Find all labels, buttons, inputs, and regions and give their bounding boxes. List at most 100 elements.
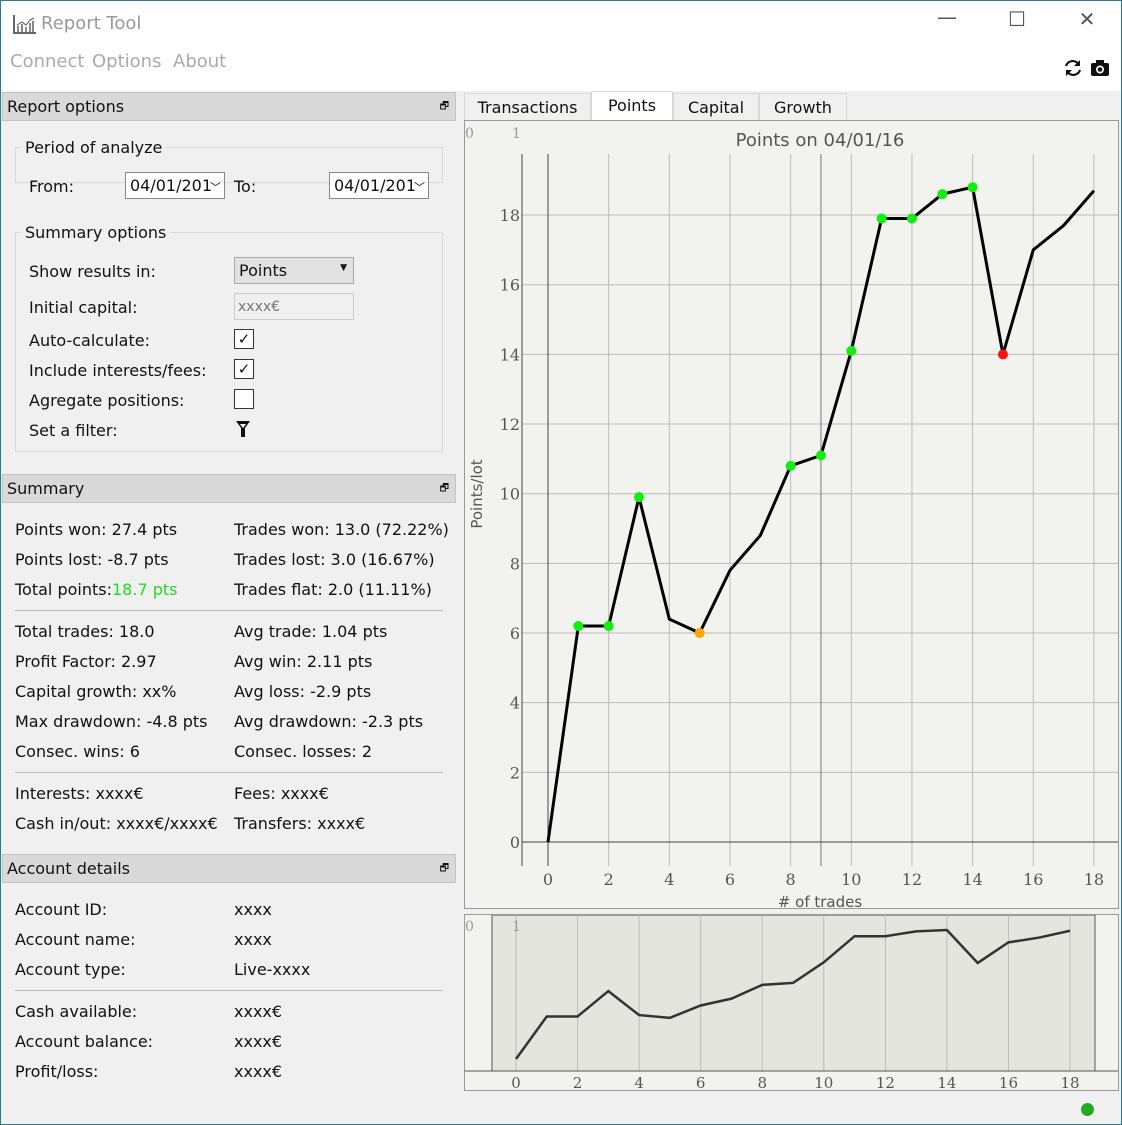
period-title: Period of analyze bbox=[21, 138, 167, 157]
summary-stat-right: Trades won: 13.0 (72.22%) bbox=[234, 520, 449, 539]
x-tick-label: 6 bbox=[696, 1074, 706, 1090]
summary-stat-left: Max drawdown: -4.8 pts bbox=[15, 712, 208, 731]
account-field: Account name: bbox=[15, 930, 136, 949]
tab-points[interactable]: Points bbox=[591, 91, 673, 120]
data-point-green bbox=[603, 621, 614, 632]
y-tick-label: 12 bbox=[500, 415, 520, 434]
auto-calc-checkbox[interactable]: ✓ bbox=[234, 329, 254, 349]
y-axis-label: Points/lot bbox=[468, 459, 486, 528]
tab-capital[interactable]: Capital bbox=[673, 93, 759, 120]
show-results-select[interactable]: Points ▼ bbox=[234, 257, 354, 284]
points-chart[interactable]: 0 1 Points on 04/01/16 0 2 4 6 8 10 12 14 16 18 0 2 4 6 8… bbox=[465, 121, 1118, 911]
total-points-value: 18.7 pts bbox=[112, 580, 178, 599]
from-label: From: bbox=[29, 177, 75, 196]
x-tick-label: 8 bbox=[786, 870, 796, 889]
summary-stat-right: Avg drawdown: -2.3 pts bbox=[234, 712, 424, 731]
report-options-title: Report options bbox=[7, 97, 125, 116]
account-field: xxxx bbox=[234, 930, 272, 949]
account-field: xxxx€ bbox=[234, 1002, 283, 1021]
account-field: xxxx bbox=[234, 900, 272, 919]
initial-capital-label: Initial capital: bbox=[29, 298, 138, 317]
x-tick-label: 12 bbox=[876, 1074, 895, 1090]
corner-label: 1 bbox=[512, 126, 521, 142]
account-field: xxxx€ bbox=[234, 1062, 283, 1081]
x-tick-label: 0 bbox=[543, 870, 553, 889]
divider bbox=[15, 990, 443, 991]
summary-stat-right: Avg trade: 1.04 pts bbox=[234, 622, 388, 641]
summary-stat-left: Points lost: -8.7 pts bbox=[15, 550, 169, 569]
menu-options[interactable]: Options bbox=[92, 51, 161, 72]
summary-stat-left: Points won: 27.4 pts bbox=[15, 520, 178, 539]
window-title: Report Tool bbox=[41, 13, 142, 34]
camera-icon[interactable] bbox=[1090, 59, 1110, 77]
data-point-green bbox=[573, 621, 584, 632]
account-field: Account balance: bbox=[15, 1032, 154, 1051]
close-button[interactable]: ✕ bbox=[1067, 7, 1107, 31]
include-fees-label: Include interests/fees: bbox=[29, 361, 207, 380]
initial-capital-input[interactable] bbox=[234, 293, 354, 320]
summary-stat-right: Consec. losses: 2 bbox=[234, 742, 372, 761]
menu-connect[interactable]: Connect bbox=[10, 51, 84, 72]
summary-stat-left: Interests: xxxx€ bbox=[15, 784, 144, 803]
menu-about[interactable]: About bbox=[173, 51, 226, 72]
chart-title: Points on 04/01/16 bbox=[736, 130, 905, 151]
account-field: Account type: bbox=[15, 960, 126, 979]
connection-status-indicator bbox=[1081, 1103, 1094, 1116]
x-tick-label: 16 bbox=[999, 1074, 1018, 1090]
filter-label: Set a filter: bbox=[29, 421, 118, 440]
y-tick-label: 10 bbox=[500, 485, 520, 504]
x-tick-label: 4 bbox=[634, 1074, 644, 1090]
y-tick-label: 2 bbox=[510, 763, 520, 782]
to-date-value: 04/01/201 bbox=[334, 176, 417, 195]
tab-growth[interactable]: Growth bbox=[759, 93, 847, 120]
summary-stat-right: Fees: xxxx€ bbox=[234, 784, 329, 803]
float-icon[interactable]: 🗗 bbox=[440, 99, 449, 116]
x-tick-label: 18 bbox=[1084, 870, 1104, 889]
corner-label: 0 bbox=[465, 919, 474, 935]
aggregate-checkbox[interactable] bbox=[234, 389, 254, 409]
overview-chart[interactable]: 0 2 4 6 8 10 12 14 16 18 0 1 bbox=[465, 914, 1118, 1092]
float-icon[interactable]: 🗗 bbox=[440, 481, 449, 498]
overview-plot-area bbox=[491, 914, 1096, 1072]
filter-icon[interactable] bbox=[235, 420, 251, 438]
account-field: xxxx€ bbox=[234, 1032, 283, 1051]
data-point-green bbox=[906, 213, 917, 224]
x-tick-label: 14 bbox=[937, 1074, 956, 1090]
refresh-icon[interactable] bbox=[1063, 58, 1083, 78]
summary-stat-left: Capital growth: xx% bbox=[15, 682, 177, 701]
x-tick-label: 6 bbox=[725, 870, 735, 889]
from-date-input[interactable]: 04/01/201 ﹀ bbox=[125, 172, 225, 199]
to-label: To: bbox=[234, 177, 257, 196]
summary-stat-left: Cash in/out: xxxx€/xxxx€ bbox=[15, 814, 218, 833]
y-tick-label: 4 bbox=[510, 694, 520, 713]
account-header: Account details 🗗 bbox=[2, 854, 456, 883]
x-tick-label: 16 bbox=[1023, 870, 1043, 889]
y-tick-label: 18 bbox=[500, 206, 520, 225]
account-field: Account ID: bbox=[15, 900, 108, 919]
maximize-button[interactable]: ☐ bbox=[997, 7, 1037, 31]
minimize-button[interactable]: — bbox=[927, 5, 967, 29]
x-axis-label: # of trades bbox=[778, 893, 863, 908]
account-field: Profit/loss: bbox=[15, 1062, 99, 1081]
summary-stat-right: Trades lost: 3.0 (16.67%) bbox=[234, 550, 435, 569]
corner-label: 0 bbox=[465, 126, 474, 142]
tab-transactions[interactable]: Transactions bbox=[464, 93, 591, 120]
summary-stat-right: Trades flat: 2.0 (11.11%) bbox=[234, 580, 432, 599]
summary-stat-right: Transfers: xxxx€ bbox=[234, 814, 366, 833]
data-point-green bbox=[815, 450, 826, 461]
summary-stat-left: Total points: bbox=[15, 580, 112, 599]
include-fees-checkbox[interactable]: ✓ bbox=[234, 359, 254, 379]
aggregate-label: Agregate positions: bbox=[29, 391, 185, 410]
to-date-input[interactable]: 04/01/201 ﹀ bbox=[329, 172, 429, 199]
data-point-red bbox=[997, 349, 1008, 360]
x-tick-label: 10 bbox=[841, 870, 861, 889]
overview-chart-frame: 0 2 4 6 8 10 12 14 16 18 0 1 bbox=[464, 914, 1119, 1092]
float-icon[interactable]: 🗗 bbox=[440, 861, 449, 878]
data-point-green bbox=[967, 182, 978, 193]
x-tick-label: 2 bbox=[604, 870, 614, 889]
data-point-orange bbox=[694, 628, 705, 639]
report-options-header: Report options 🗗 bbox=[2, 92, 456, 121]
auto-calc-label: Auto-calculate: bbox=[29, 331, 150, 350]
show-results-label: Show results in: bbox=[29, 262, 156, 281]
x-tick-label: 10 bbox=[814, 1074, 833, 1090]
